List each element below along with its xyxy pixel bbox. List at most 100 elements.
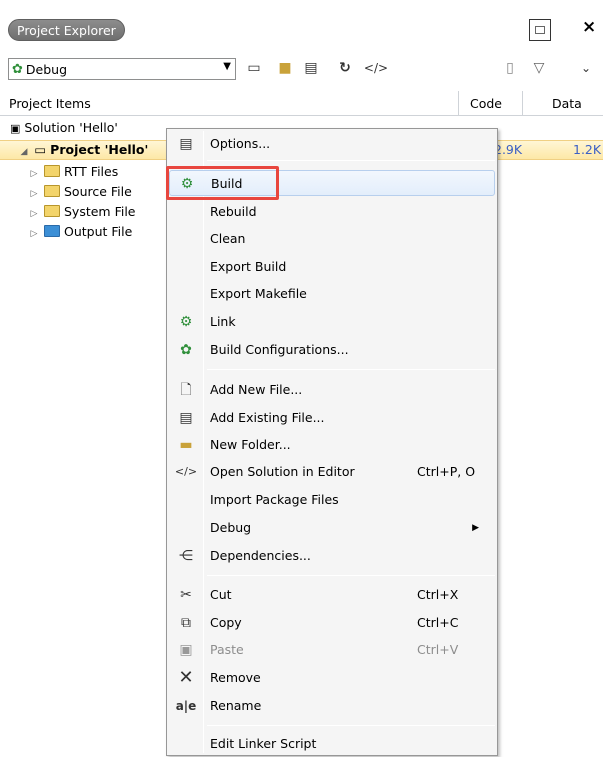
tree-solution[interactable]: ▣ Solution 'Hello'	[10, 118, 118, 138]
menu-item-import-package-files[interactable]: Import Package Files	[169, 487, 495, 513]
menu-item-remove[interactable]: ✕ Remove	[169, 665, 495, 691]
remove-icon: ✕	[178, 667, 194, 688]
collapsed-arrow-icon[interactable]: ▷	[28, 204, 40, 224]
column-code[interactable]: Code	[470, 91, 510, 116]
menu-separator	[207, 725, 495, 726]
collapsed-arrow-icon[interactable]: ▷	[28, 224, 40, 244]
filter-icon[interactable]: ▽	[530, 58, 548, 78]
menu-item-edit-linker-script[interactable]: Edit Linker Script	[169, 731, 495, 757]
folder-icon	[43, 165, 60, 177]
expanded-arrow-icon[interactable]: ◢	[18, 142, 30, 162]
menu-item-rename[interactable]: a|e Rename	[169, 693, 495, 719]
menu-item-label: Import Package Files	[210, 492, 339, 507]
menu-item-export-build[interactable]: Export Build	[169, 254, 495, 280]
tree-folder-source[interactable]: ▷ Source File	[28, 182, 132, 202]
menu-item-label: Paste	[210, 642, 244, 657]
menu-item-open-solution-in-editor[interactable]: </> Open Solution in Editor Ctrl+P, O	[169, 459, 495, 485]
tree-folder-label: Source File	[63, 184, 132, 199]
cut-icon: ✂	[180, 587, 192, 603]
menu-item-label: Export Makefile	[210, 286, 307, 301]
new-file-icon[interactable]: ▯	[501, 58, 519, 78]
highlight-box	[166, 166, 279, 200]
folder-icon	[43, 185, 60, 197]
menu-separator	[207, 575, 495, 576]
panel-title: Project Explorer	[8, 19, 125, 41]
tree-folder-label: RTT Files	[63, 164, 119, 179]
menu-item-paste[interactable]: ▣ Paste Ctrl+V	[169, 637, 495, 663]
tree-folder-output[interactable]: ▷ Output File	[28, 222, 133, 244]
configuration-select[interactable]: ✿ Debug ▼	[8, 58, 236, 80]
menu-separator	[207, 369, 495, 370]
column-separator	[522, 91, 523, 116]
code-icon[interactable]: </>	[363, 58, 389, 78]
menu-item-label: Debug	[210, 520, 252, 535]
column-separator	[458, 91, 459, 116]
menu-item-label: Open Solution in Editor	[210, 464, 355, 479]
menu-item-add-existing-file[interactable]: ▤ Add Existing File...	[169, 405, 495, 431]
dependencies-icon: ⋲	[179, 548, 193, 564]
rename-icon: a|e	[175, 699, 197, 713]
menu-item-label: Build Configurations...	[210, 342, 349, 357]
collapsed-arrow-icon[interactable]: ▷	[28, 164, 40, 184]
context-menu: ▤ Options... ⚙ Build Rebuild Clean Expor…	[166, 128, 498, 756]
solution-icon: ▣	[10, 122, 21, 135]
tree-folder-system[interactable]: ▷ System File	[28, 202, 136, 222]
maximize-button[interactable]	[529, 19, 551, 41]
menu-item-dependencies[interactable]: ⋲ Dependencies...	[169, 543, 495, 569]
menu-item-clean[interactable]: Clean	[169, 226, 495, 252]
tree-project-label: Project 'Hello'	[50, 142, 149, 157]
chevron-down-icon: ▼	[223, 61, 231, 72]
options-icon: ▤	[179, 136, 193, 152]
tree-solution-label: Solution 'Hello'	[24, 120, 118, 135]
menu-item-cut[interactable]: ✂ Cut Ctrl+X	[169, 582, 495, 608]
menu-item-label: Rename	[210, 698, 262, 713]
collapsed-arrow-icon[interactable]: ▷	[28, 184, 40, 204]
tree-project[interactable]: ◢ ▭ Project 'Hello'	[18, 140, 149, 162]
menu-item-shortcut: Ctrl+X	[417, 587, 459, 602]
menu-item-copy[interactable]: ⧉ Copy Ctrl+C	[169, 610, 495, 636]
menu-item-label: Link	[210, 314, 236, 329]
menu-item-shortcut: Ctrl+C	[417, 615, 459, 630]
menu-item-shortcut: Ctrl+V	[417, 642, 459, 657]
menu-item-options[interactable]: ▤ Options...	[169, 131, 495, 157]
properties-icon[interactable]: ▭	[245, 58, 263, 78]
output-folder-icon	[43, 225, 60, 237]
menu-item-build-configurations[interactable]: ✿ Build Configurations...	[169, 337, 495, 363]
menu-item-rebuild[interactable]: Rebuild	[169, 199, 495, 225]
build-configurations-icon: ✿	[180, 342, 192, 358]
menu-item-label: New Folder...	[210, 437, 291, 452]
column-data[interactable]: Data	[552, 91, 582, 116]
copy-icon: ⧉	[181, 615, 191, 631]
menu-item-label: Clean	[210, 231, 246, 246]
menu-item-new-folder[interactable]: ▬ New Folder...	[169, 432, 495, 458]
options-icon[interactable]: ▤	[302, 58, 320, 78]
menu-item-label: Options...	[210, 136, 271, 151]
menu-separator	[207, 160, 495, 161]
project-code-size: 2.9K	[494, 142, 523, 157]
link-icon: ⚙	[179, 314, 193, 330]
menu-item-label: Copy	[210, 615, 242, 630]
menu-item-label: Cut	[210, 587, 232, 602]
add-new-file-icon: 🗋	[180, 382, 192, 398]
window-icon	[535, 26, 545, 34]
menu-item-label: Remove	[210, 670, 261, 685]
tree-folder-label: Output File	[63, 224, 133, 239]
folder-icon[interactable]: ■	[276, 58, 294, 78]
menu-item-add-new-file[interactable]: 🗋 Add New File...	[169, 377, 495, 403]
menu-item-shortcut: Ctrl+P, O	[417, 464, 476, 479]
menu-item-debug[interactable]: Debug ▶	[169, 515, 495, 541]
menu-item-label: Add New File...	[210, 382, 303, 397]
folder-icon	[43, 205, 60, 217]
configuration-value: Debug	[25, 61, 68, 77]
refresh-icon[interactable]: ↻	[336, 58, 354, 78]
project-icon: ▭	[34, 142, 47, 157]
add-existing-file-icon: ▤	[179, 410, 193, 426]
menu-item-export-makefile[interactable]: Export Makefile	[169, 281, 495, 307]
menu-item-link[interactable]: ⚙ Link	[169, 309, 495, 335]
close-button[interactable]: ×	[582, 17, 596, 37]
menu-item-label: Dependencies...	[210, 548, 311, 563]
paste-icon: ▣	[179, 642, 193, 658]
tree-folder-rtt[interactable]: ▷ RTT Files	[28, 162, 119, 184]
chevron-down-icon[interactable]: ⌄	[577, 58, 595, 78]
column-project-items[interactable]: Project Items	[9, 91, 91, 116]
